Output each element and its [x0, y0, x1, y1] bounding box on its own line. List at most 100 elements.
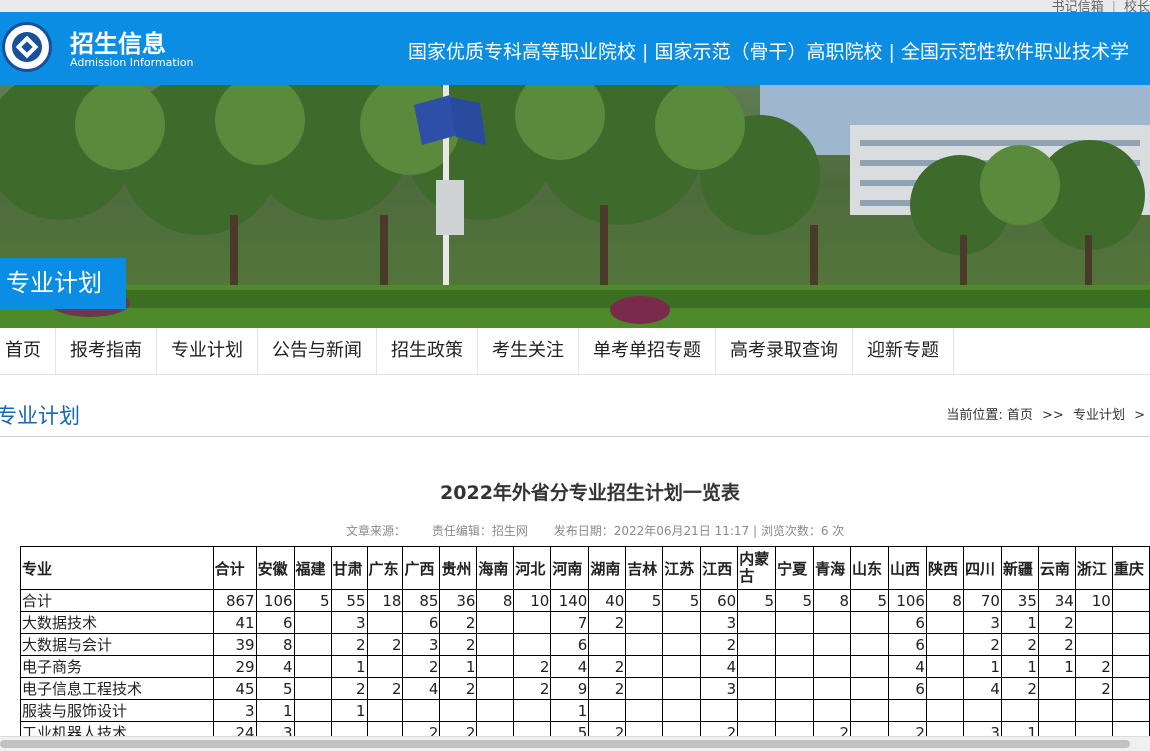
table-row: 大数据与会计 39 8 2 2 3 2 6 2 6 2 2 2: [20, 633, 1150, 656]
quota-cell: 3: [962, 611, 1002, 634]
column-header-province: 海南: [476, 546, 515, 590]
quota-cell: 1: [1000, 611, 1039, 634]
quota-cell: 1: [550, 699, 590, 722]
quota-cell: 106: [255, 589, 295, 612]
quota-cell: [625, 699, 664, 722]
quota-cell: 8: [476, 589, 515, 612]
quota-cell: [476, 633, 515, 656]
quota-cell: [293, 721, 332, 736]
column-header-province: 内蒙古: [737, 546, 777, 590]
quota-cell: [513, 633, 552, 656]
quota-cell: 3: [212, 699, 257, 722]
quota-cell: 6: [888, 633, 927, 656]
quota-cell: 4: [700, 655, 739, 678]
quota-cell: 45: [212, 677, 257, 700]
quota-cell: [662, 699, 702, 722]
quota-cell: [925, 633, 964, 656]
nav-item-admission-query[interactable]: 高考录取查询: [716, 328, 853, 374]
quota-cell: 6: [550, 633, 590, 656]
school-logo[interactable]: [2, 22, 52, 72]
quota-cell: [293, 677, 332, 700]
quota-cell: [775, 655, 815, 678]
quota-cell: 41: [212, 611, 257, 634]
quota-cell: [813, 699, 852, 722]
column-header-province: 青海: [813, 546, 852, 590]
quota-cell: [662, 655, 702, 678]
nav-item-major-plan[interactable]: 专业计划: [157, 328, 258, 374]
quota-cell: 8: [813, 589, 852, 612]
quota-cell: [925, 677, 964, 700]
section-title: 专业计划: [0, 404, 80, 428]
quota-cell: 6: [402, 611, 441, 634]
major-name-cell: 工业机器人技术: [20, 721, 214, 736]
quota-cell: 5: [293, 589, 332, 612]
quota-cell: 1: [1037, 655, 1076, 678]
horizontal-scrollbar[interactable]: [0, 736, 1150, 751]
quota-cell: [588, 633, 627, 656]
quota-cell: 60: [700, 589, 739, 612]
quota-cell: [588, 699, 627, 722]
breadcrumb-home-link[interactable]: 首页: [1007, 408, 1033, 423]
quota-cell: 2: [588, 677, 627, 700]
top-link-separator: |: [1111, 0, 1116, 12]
breadcrumb-separator: >>: [1042, 408, 1064, 423]
quota-cell: [888, 699, 927, 722]
breadcrumb-current-link[interactable]: 专业计划: [1073, 408, 1125, 423]
quota-cell: [625, 677, 664, 700]
quota-cell: 3: [700, 677, 739, 700]
quota-cell: [1111, 721, 1150, 736]
quota-cell: 1: [962, 655, 1002, 678]
quota-cell: [513, 699, 552, 722]
top-link-president[interactable]: 校长: [1124, 0, 1150, 12]
nav-item-admission-policy[interactable]: 招生政策: [377, 328, 478, 374]
quota-cell: 85: [402, 589, 441, 612]
quota-cell: 18: [366, 589, 404, 612]
nav-item-single-exam[interactable]: 单考单招专题: [579, 328, 716, 374]
quota-cell: [293, 655, 332, 678]
quota-cell: [737, 611, 777, 634]
quota-cell: 2: [366, 633, 404, 656]
nav-item-announcements[interactable]: 公告与新闻: [258, 328, 377, 374]
quota-cell: 6: [255, 611, 295, 634]
column-header-province: 新疆: [1000, 546, 1039, 590]
quota-cell: 2: [588, 655, 627, 678]
article-editor: 责任编辑：招生网: [431, 524, 528, 538]
nav-item-student-focus[interactable]: 考生关注: [478, 328, 579, 374]
quota-cell: [850, 677, 889, 700]
quota-cell: 5: [625, 589, 664, 612]
quota-cell: [439, 699, 478, 722]
quota-cell: [1074, 611, 1113, 634]
quota-cell: 2: [1037, 633, 1076, 656]
quota-cell: [737, 655, 777, 678]
scrollbar-thumb[interactable]: [0, 740, 1130, 748]
quota-cell: 6: [888, 677, 927, 700]
quota-cell: 55: [330, 589, 368, 612]
column-header-province: 福建: [293, 546, 332, 590]
column-header-province: 合计: [212, 546, 257, 590]
column-header-province: 湖南: [588, 546, 627, 590]
quota-cell: 5: [255, 677, 295, 700]
column-header-province: 广西: [402, 546, 441, 590]
quota-cell: [1037, 721, 1076, 736]
quota-cell: 5: [662, 589, 702, 612]
quota-cell: [850, 633, 889, 656]
article-source: 文章来源：: [346, 524, 407, 538]
top-link-secretary-mailbox[interactable]: 书记信箱: [1052, 0, 1104, 12]
nav-item-welcome[interactable]: 迎新专题: [853, 328, 954, 374]
table-row: 合计 867 106 5 55 18 85 36 8 10 140 40 5 5 60 5 5 8 5 106 8 70 3…: [20, 589, 1150, 612]
major-name-cell: 服装与服饰设计: [20, 699, 214, 722]
enrollment-table-container[interactable]: 专业 合计 安徽 福建 甘肃 广东 广西 贵州 海南 河北 河南 湖南 吉林 江苏 江西 内蒙古 宁夏 青海 山东山…: [20, 546, 1150, 736]
header-slogan: 国家优质专科高等职业院校 | 国家示范（骨干）高职院校 | 全国示范性软件职业技…: [408, 41, 1129, 63]
column-header-province: 陕西: [925, 546, 964, 590]
quota-cell: 2: [439, 611, 478, 634]
quota-cell: [775, 677, 815, 700]
nav-item-application-guide[interactable]: 报考指南: [56, 328, 157, 374]
article-meta: 文章来源： 责任编辑：招生网 发布日期：2022年06月21日 11:17 | …: [346, 522, 866, 539]
column-header-province: 四川: [962, 546, 1002, 590]
major-name-cell: 电子商务: [20, 655, 214, 678]
quota-cell: [476, 611, 515, 634]
column-header-province: 广东: [366, 546, 404, 590]
quota-cell: 1: [255, 699, 295, 722]
nav-item-home[interactable]: 首页: [0, 328, 56, 374]
quota-cell: [366, 699, 404, 722]
